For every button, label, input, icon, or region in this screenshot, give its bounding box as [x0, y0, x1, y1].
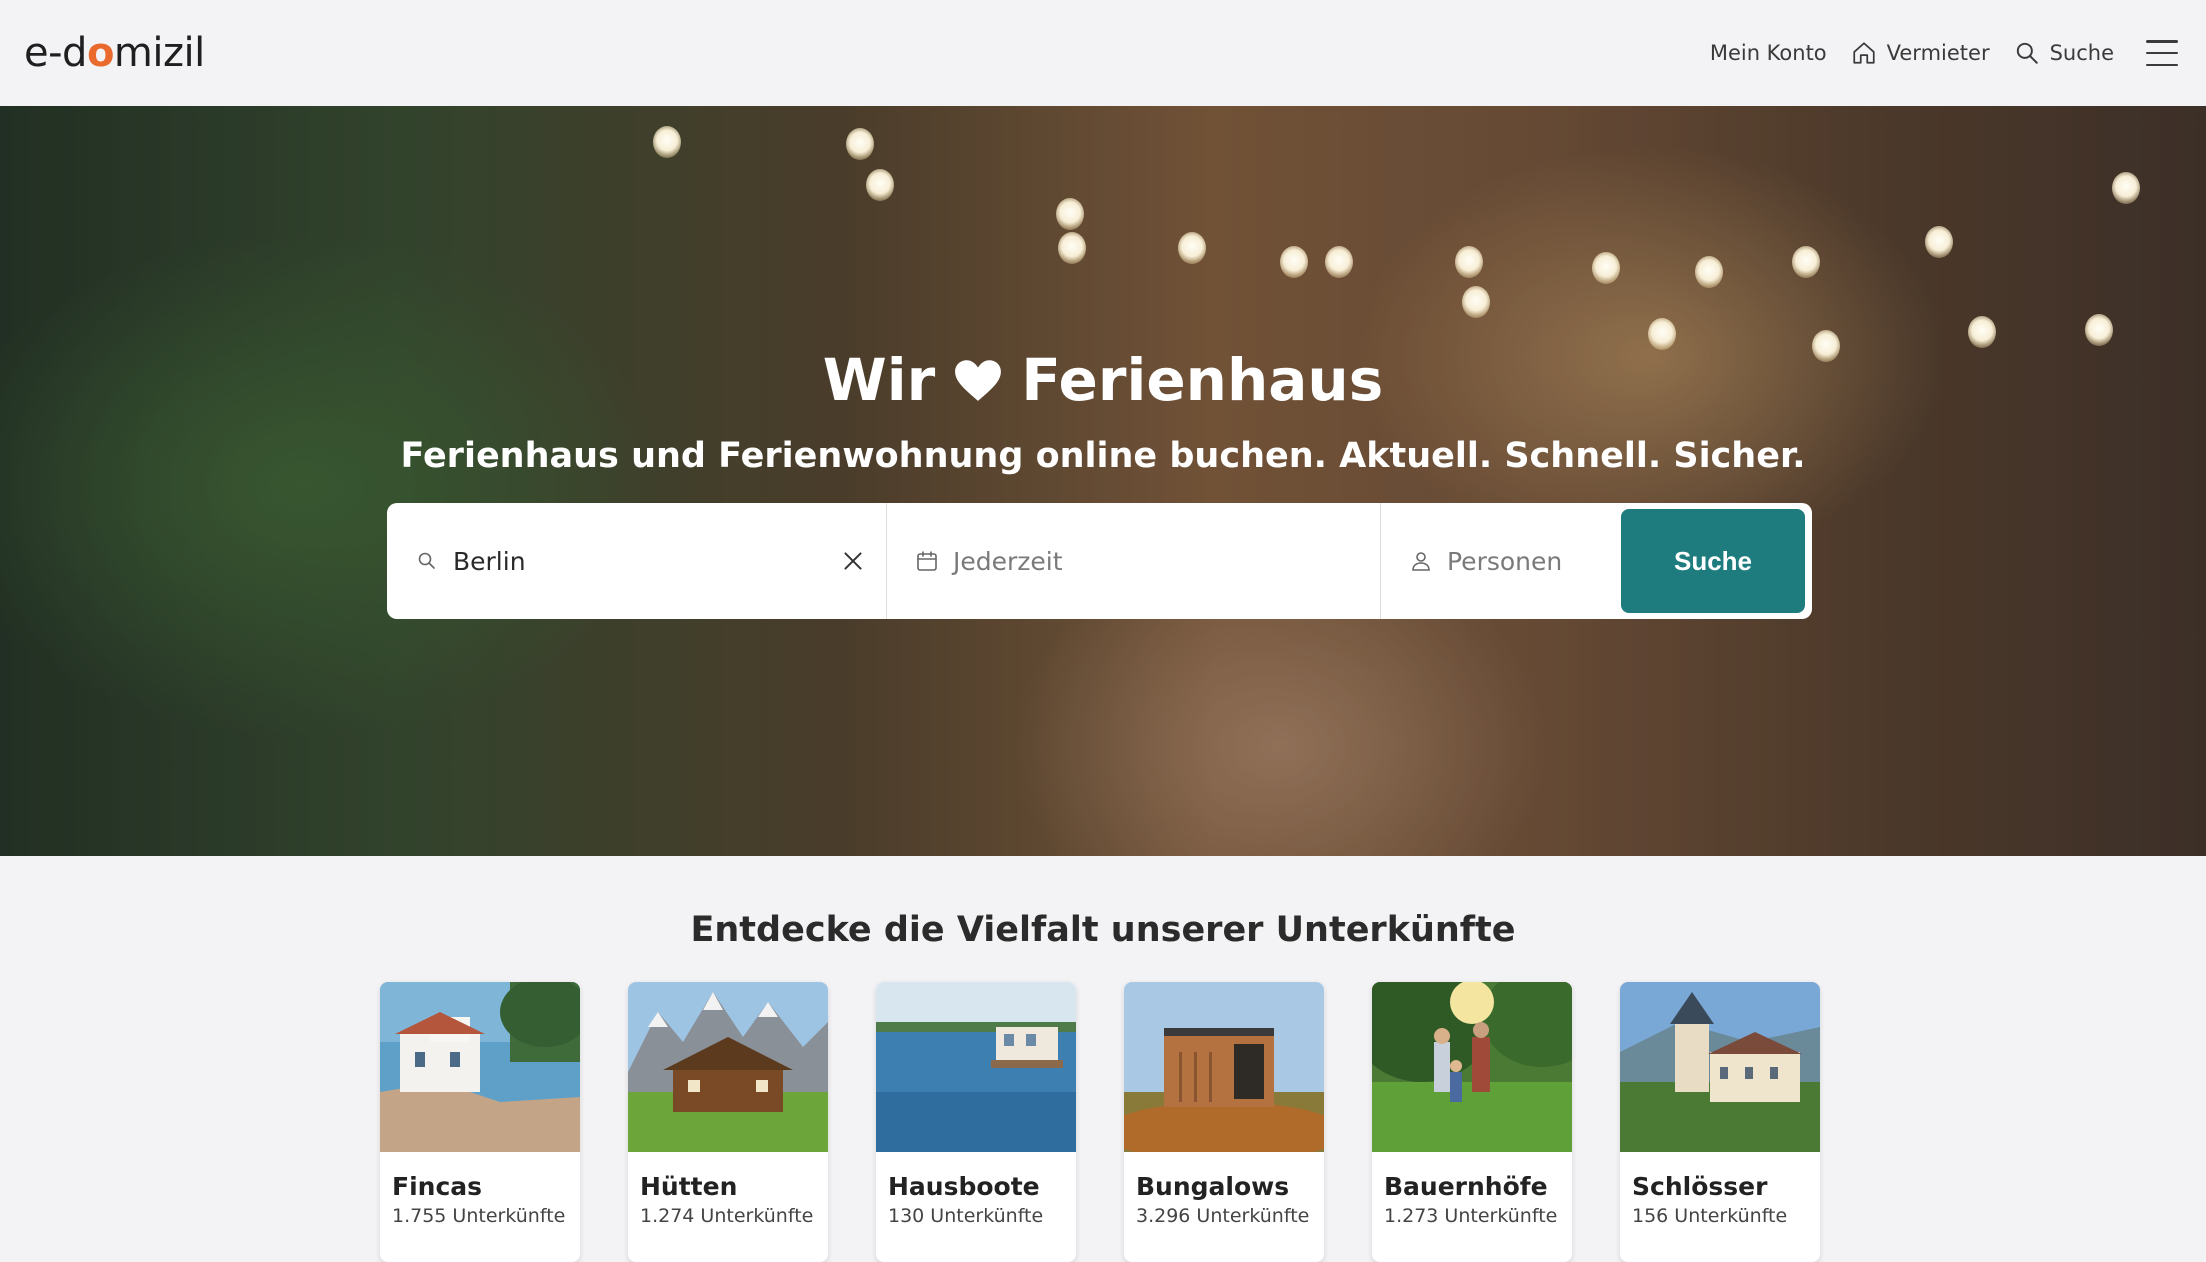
huetten-image — [628, 982, 828, 1152]
logo[interactable]: e-d o mizil — [24, 30, 205, 76]
category-name: Fincas — [392, 1172, 483, 1201]
category-card-hausboote[interactable]: Hausboote 130 Unterkünfte — [876, 982, 1076, 1262]
bauernhoefe-image — [1372, 982, 1572, 1152]
date-placeholder: Jederzeit — [953, 546, 1063, 576]
search-button[interactable]: Suche — [1621, 509, 1805, 613]
category-count: 3.296 Unterkünfte — [1136, 1205, 1310, 1227]
category-count: 1.755 Unterkünfte — [392, 1205, 566, 1227]
category-count: 1.273 Unterkünfte — [1384, 1205, 1558, 1227]
hero-subtitle: Ferienhaus und Ferienwohnung online buch… — [400, 436, 1806, 476]
main-nav: Mein Konto Vermieter Suche — [1710, 40, 2178, 66]
date-field[interactable]: Jederzeit — [887, 503, 1381, 619]
nav-mein-konto[interactable]: Mein Konto — [1710, 41, 1827, 65]
category-count: 156 Unterkünfte — [1632, 1205, 1788, 1227]
nav-suche[interactable]: Suche — [2014, 40, 2114, 66]
search-bar: Berlin Jederzeit Personen Suche — [387, 503, 1812, 619]
logo-text-end: mizil — [113, 30, 205, 76]
string-lights-decoration — [0, 106, 2206, 856]
search-icon — [2016, 42, 2038, 64]
category-name: Hausboote — [888, 1172, 1040, 1201]
category-name: Hütten — [640, 1172, 738, 1201]
heart-icon — [955, 360, 1002, 401]
category-card-schloesser[interactable]: Schlösser 156 Unterkünfte — [1620, 982, 1820, 1262]
category-name: Bauernhöfe — [1384, 1172, 1548, 1201]
nav-vermieter-label: Vermieter — [1886, 41, 1990, 65]
category-name: Schlösser — [1632, 1172, 1768, 1201]
category-card-bungalows[interactable]: Bungalows 3.296 Unterkünfte — [1124, 982, 1324, 1262]
site-header: e-d o mizil Mein Konto Vermieter Suche — [0, 0, 2206, 106]
categories-title: Entdecke die Vielfalt unserer Unterkünft… — [690, 910, 1516, 950]
person-icon — [1412, 552, 1430, 571]
bungalows-image — [1124, 982, 1324, 1152]
logo-text-start: e-d — [24, 30, 87, 76]
hamburger-menu-icon[interactable] — [2146, 40, 2178, 66]
search-icon — [418, 552, 435, 569]
persons-field[interactable]: Personen — [1381, 503, 1621, 619]
category-name: Bungalows — [1136, 1172, 1290, 1201]
category-card-huetten[interactable]: Hütten 1.274 Unterkünfte — [628, 982, 828, 1262]
category-cards: Fincas 1.755 Unterkünfte Hütten 1.274 Un… — [380, 982, 1820, 1262]
fincas-image — [380, 982, 580, 1152]
schloesser-image — [1620, 982, 1820, 1152]
home-icon — [1853, 42, 1875, 64]
clear-icon[interactable] — [840, 548, 866, 574]
hero-title-end: Ferienhaus — [1021, 346, 1384, 414]
category-card-fincas[interactable]: Fincas 1.755 Unterkünfte — [380, 982, 580, 1262]
hero-banner: Wir Ferienhaus Ferienhaus und Ferienwohn… — [0, 106, 2206, 856]
location-field[interactable]: Berlin — [387, 503, 887, 619]
category-count: 130 Unterkünfte — [888, 1205, 1044, 1227]
nav-mein-konto-label: Mein Konto — [1709, 41, 1827, 65]
hero-title: Wir Ferienhaus — [0, 346, 2206, 414]
logo-accent: o — [86, 30, 114, 76]
persons-placeholder: Personen — [1447, 546, 1563, 576]
hero-title-start: Wir — [822, 346, 936, 414]
nav-vermieter[interactable]: Vermieter — [1851, 40, 1990, 66]
nav-suche-label: Suche — [2049, 41, 2114, 65]
hausboote-image — [876, 982, 1076, 1152]
category-count: 1.274 Unterkünfte — [640, 1205, 814, 1227]
category-card-bauernhoefe[interactable]: Bauernhöfe 1.273 Unterkünfte — [1372, 982, 1572, 1262]
location-input-value[interactable]: Berlin — [453, 547, 526, 576]
calendar-icon — [917, 551, 937, 571]
